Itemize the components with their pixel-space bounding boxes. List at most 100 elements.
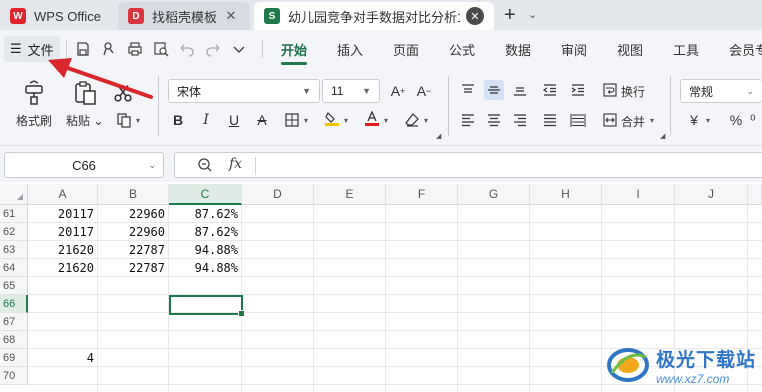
font-dialog-launcher-icon[interactable]: ◢: [436, 132, 441, 140]
print-preview-icon[interactable]: [150, 38, 172, 60]
chevron-down-icon[interactable]: ▾: [344, 116, 348, 125]
save-icon[interactable]: [72, 38, 94, 60]
wrap-text-label[interactable]: 换行: [621, 83, 645, 100]
tab-page[interactable]: 页面: [393, 40, 419, 59]
name-box[interactable]: C66 ⌄: [4, 152, 164, 178]
column-header-f[interactable]: F: [386, 184, 458, 205]
cell-b64[interactable]: 22787: [98, 259, 169, 277]
row-header-65[interactable]: 65: [0, 277, 28, 295]
tab-insert[interactable]: 插入: [337, 40, 363, 59]
cell-c69[interactable]: [169, 349, 242, 367]
tab-member[interactable]: 会员专享: [729, 40, 762, 59]
row-header-64[interactable]: 64: [0, 259, 28, 277]
cell-a69[interactable]: 4: [28, 349, 98, 367]
new-tab-plus-icon[interactable]: +: [504, 5, 516, 25]
print-icon[interactable]: [124, 38, 146, 60]
chevron-down-icon[interactable]: ▾: [650, 116, 654, 125]
decrease-font-size-icon[interactable]: A −: [414, 81, 434, 101]
chevron-down-icon[interactable]: ▾: [304, 116, 308, 125]
tab-review[interactable]: 审阅: [561, 40, 587, 59]
chevron-down-icon[interactable]: ▾: [384, 116, 388, 125]
chevron-down-icon[interactable]: ▾: [424, 116, 428, 125]
row-header-66[interactable]: 66: [0, 295, 28, 313]
row-header-67[interactable]: 67: [0, 313, 28, 331]
cell-c68[interactable]: [169, 331, 242, 349]
share-icon[interactable]: [98, 38, 120, 60]
borders-icon[interactable]: [282, 110, 302, 130]
cell-b63[interactable]: 22787: [98, 241, 169, 259]
select-all-corner[interactable]: [0, 184, 28, 205]
cut-icon[interactable]: [112, 82, 134, 104]
decrease-indent-icon[interactable]: [540, 80, 560, 100]
column-header-a[interactable]: A: [28, 184, 98, 205]
row-header-61[interactable]: 61: [0, 205, 28, 223]
percent-format-icon[interactable]: %: [726, 110, 746, 130]
tab-formula[interactable]: 公式: [449, 40, 475, 59]
tab-wps-office[interactable]: W WPS Office: [0, 2, 114, 30]
bold-icon[interactable]: B: [168, 110, 188, 130]
distributed-align-icon[interactable]: [568, 110, 588, 130]
cell-b70[interactable]: [98, 367, 169, 385]
chevron-down-icon[interactable]: ▾: [136, 116, 140, 125]
tab-tools[interactable]: 工具: [673, 40, 699, 59]
tab-document[interactable]: S 幼儿园竞争对手数据对比分析1.xlsx ✕: [254, 2, 494, 30]
close-tab-icon[interactable]: ✕: [466, 7, 484, 25]
number-format-select[interactable]: 常规 ⌄: [680, 79, 762, 103]
align-right-icon[interactable]: [510, 110, 530, 130]
cell-b67[interactable]: [98, 313, 169, 331]
wrap-text-icon[interactable]: [600, 80, 620, 100]
copy-icon[interactable]: [114, 110, 134, 130]
column-header-c[interactable]: C: [169, 184, 242, 205]
cell-c70[interactable]: [169, 367, 242, 385]
column-header-h[interactable]: H: [530, 184, 602, 205]
selected-cell-highlight[interactable]: [169, 295, 245, 317]
column-header-i[interactable]: I: [602, 184, 675, 205]
row-header-63[interactable]: 63: [0, 241, 28, 259]
undo-icon[interactable]: [176, 38, 198, 60]
formula-input[interactable]: fx: [174, 152, 762, 178]
cell-a68[interactable]: [28, 331, 98, 349]
merge-label[interactable]: 合并: [621, 113, 645, 130]
column-header-next[interactable]: [748, 184, 762, 205]
cell-a66[interactable]: [28, 295, 98, 313]
cell-c63[interactable]: 94.88%: [169, 241, 242, 259]
italic-icon[interactable]: I: [196, 110, 216, 130]
row-header-70[interactable]: 70: [0, 367, 28, 385]
format-painter-button[interactable]: 格式刷: [16, 80, 52, 129]
close-tab-icon[interactable]: ✕: [222, 7, 240, 25]
cell-b68[interactable]: [98, 331, 169, 349]
cell-b69[interactable]: [98, 349, 169, 367]
cell-a63[interactable]: 21620: [28, 241, 98, 259]
merge-cells-icon[interactable]: [600, 110, 620, 130]
cell-a67[interactable]: [28, 313, 98, 331]
cell-a64[interactable]: 21620: [28, 259, 98, 277]
justify-icon[interactable]: [540, 110, 560, 130]
align-top-icon[interactable]: [458, 80, 478, 100]
cell-a61[interactable]: 20117: [28, 205, 98, 223]
cell-b61[interactable]: 22960: [98, 205, 169, 223]
column-header-b[interactable]: B: [98, 184, 169, 205]
align-left-icon[interactable]: [458, 110, 478, 130]
insert-function-icon[interactable]: fx: [229, 156, 242, 172]
row-header-69[interactable]: 69: [0, 349, 28, 367]
align-middle-icon[interactable]: [484, 80, 504, 100]
strikethrough-icon[interactable]: A: [252, 110, 272, 130]
align-bottom-icon[interactable]: [510, 80, 530, 100]
tab-template[interactable]: D 找稻壳模板 ✕: [118, 2, 250, 30]
fill-color-icon[interactable]: [322, 108, 342, 128]
column-header-e[interactable]: E: [314, 184, 386, 205]
cell-a65[interactable]: [28, 277, 98, 295]
column-header-g[interactable]: G: [458, 184, 530, 205]
redo-icon[interactable]: [202, 38, 224, 60]
tab-data[interactable]: 数据: [505, 40, 531, 59]
row-header-68[interactable]: 68: [0, 331, 28, 349]
cell-b65[interactable]: [98, 277, 169, 295]
cell-c62[interactable]: 87.62%: [169, 223, 242, 241]
increase-font-size-icon[interactable]: A +: [388, 81, 408, 101]
underline-icon[interactable]: U: [224, 110, 244, 130]
clear-format-icon[interactable]: [402, 110, 422, 130]
zoom-formula-icon[interactable]: [197, 157, 213, 173]
alignment-dialog-launcher-icon[interactable]: ◢: [660, 132, 665, 140]
paste-button[interactable]: 粘贴 ⌄: [66, 80, 103, 129]
increase-indent-icon[interactable]: [568, 80, 588, 100]
